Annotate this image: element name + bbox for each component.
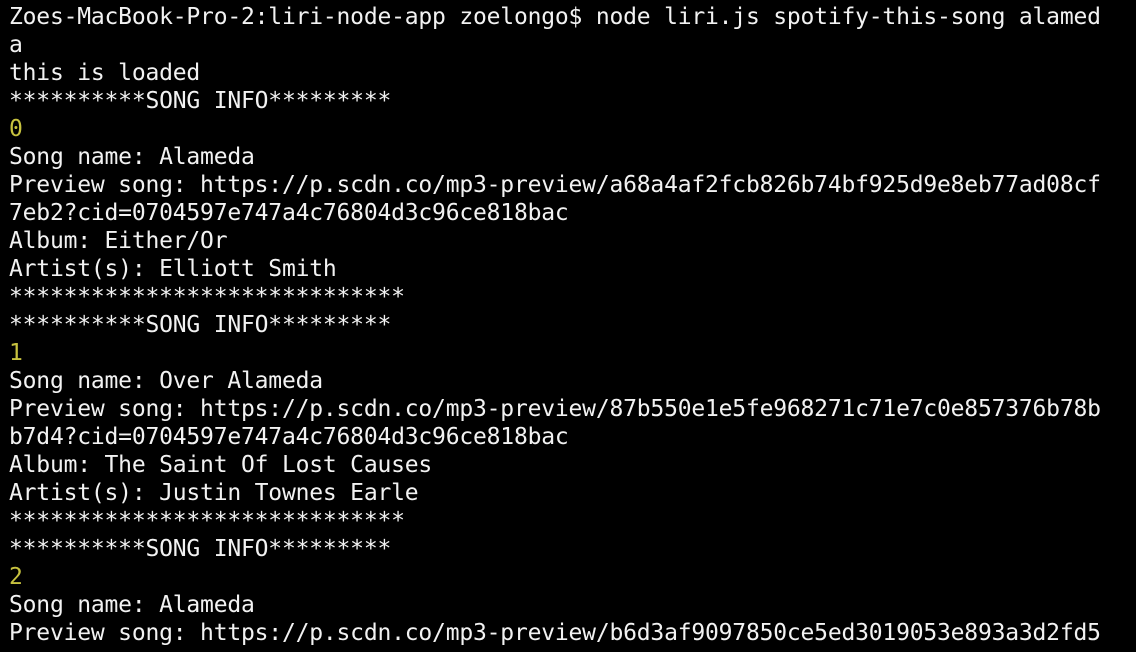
album-line: Album: Either/Or [9,228,228,254]
album-line: Album: The Saint Of Lost Causes [9,452,433,478]
separator-line: ***************************** [9,508,405,534]
preview-song-line-wrap: 7eb2?cid=0704597e747a4c76804d3c96ce818ba… [9,200,569,226]
song-name-line: Song name: Alameda [9,144,255,170]
song-name-line: Song name: Over Alameda [9,368,323,394]
command-prompt-line: Zoes-MacBook-Pro-2:liri-node-app zoelong… [9,4,1101,30]
song-index: 1 [9,340,23,366]
song-name-line: Song name: Alameda [9,592,255,618]
preview-song-line: Preview song: https://p.scdn.co/mp3-prev… [9,172,1101,198]
separator-line: ***************************** [9,284,405,310]
output-line: a [9,32,23,58]
song-index: 2 [9,564,23,590]
song-index: 0 [9,116,23,142]
song-info-header: **********SONG INFO********* [9,88,392,114]
song-info-header: **********SONG INFO********* [9,312,392,338]
output-line: this is loaded [9,60,201,86]
preview-song-line: Preview song: https://p.scdn.co/mp3-prev… [9,620,1101,646]
preview-song-line: Preview song: https://p.scdn.co/mp3-prev… [9,396,1101,422]
preview-song-line-wrap: b7d4?cid=0704597e747a4c76804d3c96ce818ba… [9,424,569,450]
artist-line: Artist(s): Justin Townes Earle [9,480,419,506]
terminal-window[interactable]: Zoes-MacBook-Pro-2:liri-node-app zoelong… [0,0,1136,652]
song-info-header: **********SONG INFO********* [9,536,392,562]
artist-line: Artist(s): Elliott Smith [9,256,337,282]
